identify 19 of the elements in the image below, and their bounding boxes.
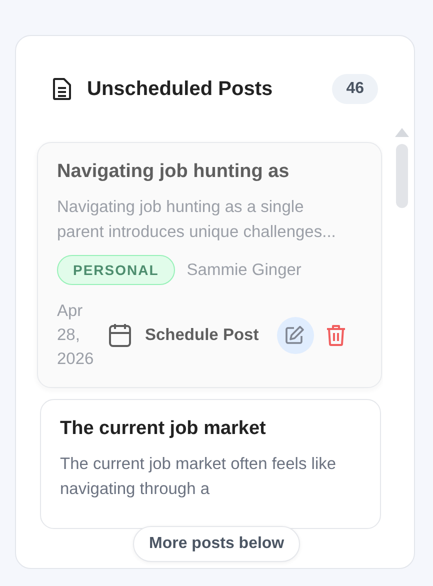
- post-card[interactable]: The current job market The current job market often feels like navigating through a: [40, 399, 381, 529]
- calendar-icon: [109, 323, 131, 347]
- panel-title: Unscheduled Posts: [87, 78, 274, 100]
- more-posts-button[interactable]: More posts below: [133, 526, 300, 562]
- post-card[interactable]: Navigating job hunting as Navigating job hunting as a single parent introduces unique challenges... PERSONAL Sammie Ginger Apr 28, 2026 Schedule Post: [37, 142, 382, 388]
- post-excerpt: Navigating job hunting as a single parent introduces unique challenges...: [57, 197, 337, 243]
- author-name: Sammie Ginger: [186, 260, 302, 280]
- category-tag: PERSONAL: [57, 255, 175, 285]
- document-icon: [53, 78, 71, 100]
- post-title: The current job market: [60, 418, 267, 440]
- schedule-post-button[interactable]: Schedule Post: [145, 326, 259, 344]
- post-count: 46: [332, 74, 378, 104]
- edit-button[interactable]: [276, 316, 314, 354]
- post-excerpt: The current job market often feels like navigating through a: [60, 454, 338, 500]
- post-title: Navigating job hunting as: [57, 161, 290, 183]
- trash-icon[interactable]: [326, 324, 346, 346]
- pencil-icon: [285, 325, 306, 345]
- post-date: Apr 28, 2026: [57, 301, 95, 370]
- scrollbar-thumb[interactable]: [396, 144, 408, 208]
